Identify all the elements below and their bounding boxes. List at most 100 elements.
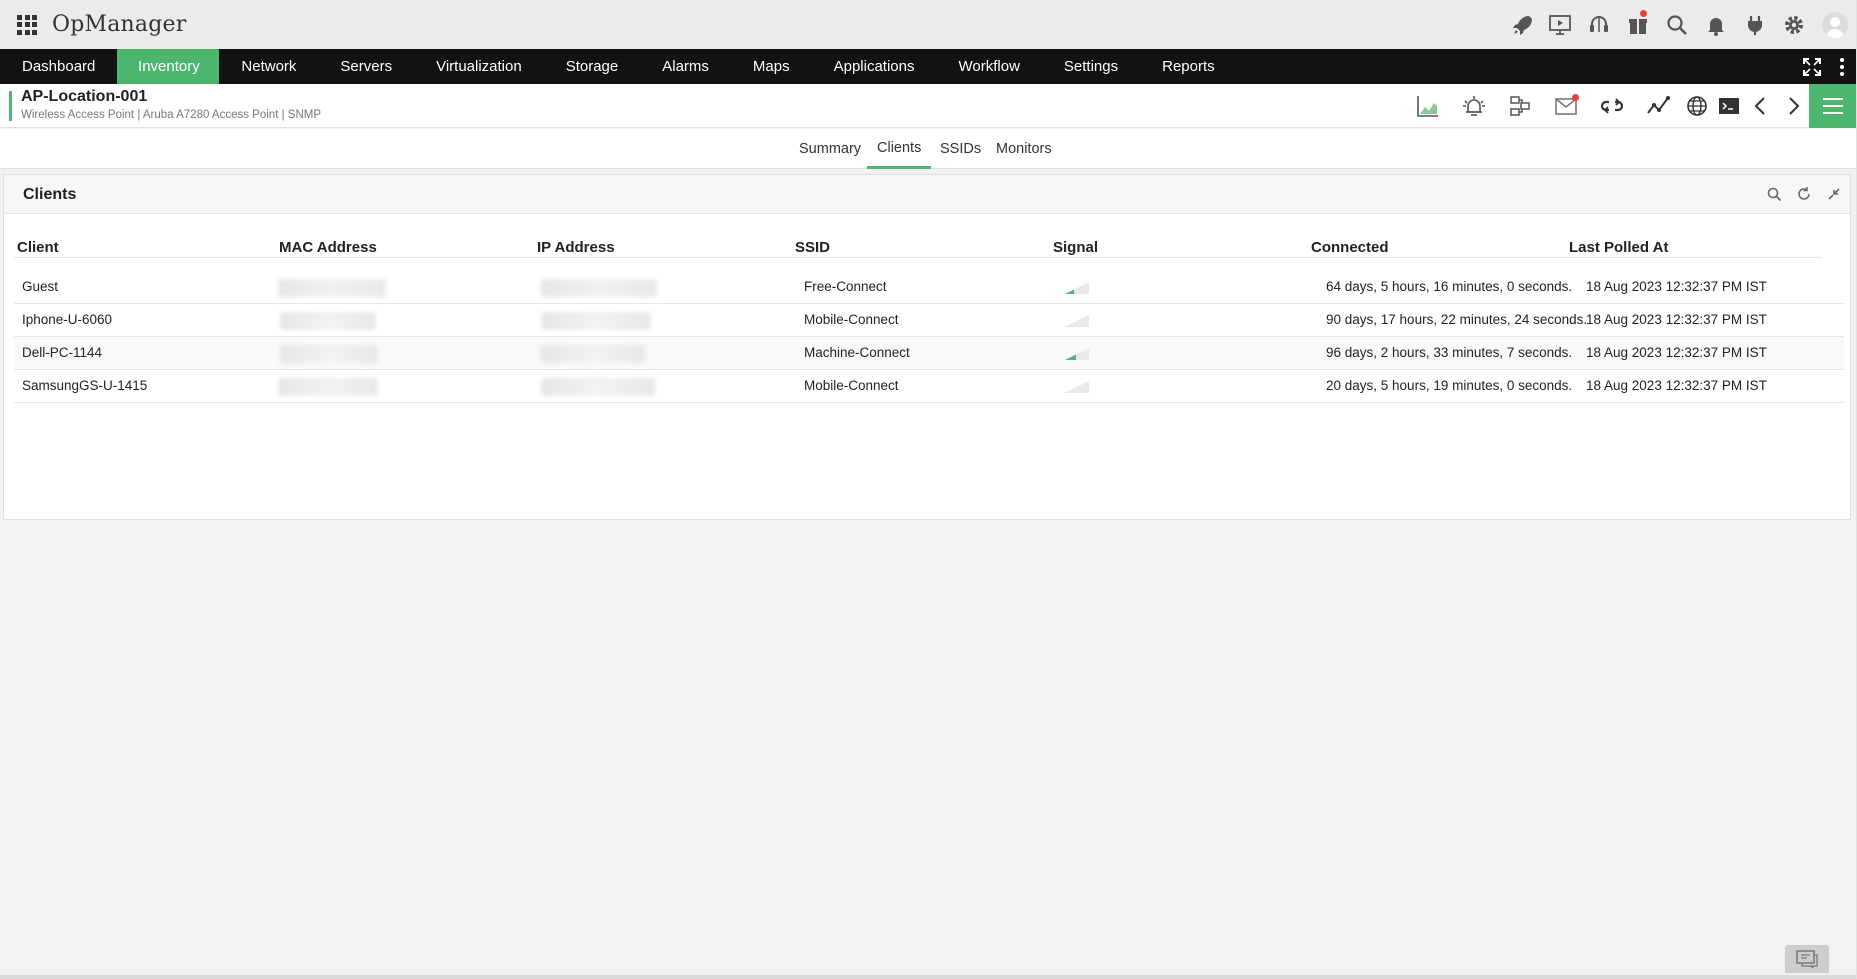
- clients-panel: Clients Client MAC Address IP Address SS…: [3, 174, 1851, 520]
- col-signal[interactable]: Signal: [1053, 239, 1098, 256]
- terminal-icon[interactable]: [1713, 84, 1745, 128]
- nav-dashboard[interactable]: Dashboard: [0, 49, 117, 84]
- last-polled: 18 Aug 2023 12:32:37 PM IST: [1586, 378, 1767, 393]
- link-icon[interactable]: [1589, 84, 1635, 128]
- nav-reports[interactable]: Reports: [1140, 49, 1237, 84]
- connected-duration: 64 days, 5 hours, 16 minutes, 0 seconds.: [1326, 279, 1573, 294]
- nav-virtualization[interactable]: Virtualization: [414, 49, 544, 84]
- col-ip-address[interactable]: IP Address: [537, 239, 615, 256]
- bell-icon[interactable]: [1696, 0, 1735, 49]
- mail-icon[interactable]: [1543, 84, 1589, 128]
- table-row[interactable]: Iphone-U-6060 Mobile-Connect 90 days, 17…: [14, 304, 1844, 337]
- table-header: Client MAC Address IP Address SSID Signa…: [14, 224, 1822, 258]
- client-name: Iphone-U-6060: [22, 312, 113, 327]
- device-tabs: Summary Clients SSIDs Monitors: [0, 129, 1857, 169]
- nav-applications[interactable]: Applications: [812, 49, 937, 84]
- ssid: Free-Connect: [804, 279, 887, 294]
- clients-panel-header: Clients: [4, 175, 1850, 214]
- user-avatar[interactable]: [1813, 0, 1857, 49]
- search-icon[interactable]: [1657, 0, 1696, 49]
- hamburger-menu-icon[interactable]: [1809, 84, 1857, 128]
- signal-level: [1065, 354, 1076, 360]
- fullscreen-icon[interactable]: [1802, 57, 1822, 77]
- rocket-icon[interactable]: [1501, 0, 1540, 49]
- signal-strength-icon: [1065, 348, 1089, 360]
- top-header: OpManager: [0, 0, 1857, 49]
- signal-strength-icon: [1065, 282, 1089, 294]
- nav-storage[interactable]: Storage: [544, 49, 641, 84]
- signal-strength-icon: [1065, 381, 1089, 393]
- nav-settings[interactable]: Settings: [1042, 49, 1140, 84]
- gift-icon[interactable]: [1618, 0, 1657, 49]
- connected-duration: 20 days, 5 hours, 19 minutes, 0 seconds.: [1326, 378, 1573, 393]
- gear-icon[interactable]: [1774, 0, 1813, 49]
- main-navigation: Dashboard Inventory Network Servers Virt…: [0, 49, 1857, 84]
- tab-clients[interactable]: Clients: [867, 129, 932, 169]
- connected-duration: 90 days, 17 hours, 22 minutes, 24 second…: [1326, 312, 1588, 327]
- col-mac-address[interactable]: MAC Address: [279, 239, 377, 256]
- refresh-icon[interactable]: [1794, 184, 1814, 204]
- tab-ssids[interactable]: SSIDs: [930, 129, 991, 169]
- page-bottom-border: [0, 975, 1857, 979]
- client-name: Dell-PC-1144: [22, 345, 103, 360]
- signal-strength-icon: [1065, 315, 1089, 327]
- signal-level: [1065, 289, 1074, 294]
- next-arrow-icon[interactable]: [1777, 84, 1809, 128]
- signal-background: [1065, 381, 1089, 393]
- signal-background: [1065, 315, 1089, 327]
- nav-servers[interactable]: Servers: [318, 49, 414, 84]
- search-icon[interactable]: [1764, 184, 1784, 204]
- support-headset-icon[interactable]: [1579, 0, 1618, 49]
- ip-address-redacted: [541, 279, 657, 297]
- device-name: AP-Location-001: [21, 88, 148, 105]
- mac-address-redacted: [278, 378, 378, 396]
- signal-level: [1065, 392, 1067, 393]
- client-name: SamsungGS-U-1415: [22, 378, 148, 393]
- chat-icon[interactable]: [1785, 945, 1829, 973]
- plug-icon[interactable]: [1735, 0, 1774, 49]
- ip-address-redacted: [541, 345, 645, 363]
- table-row[interactable]: Guest Free-Connect 64 days, 5 hours, 16 …: [14, 271, 1844, 304]
- table-row[interactable]: SamsungGS-U-1415 Mobile-Connect 20 days,…: [14, 370, 1844, 403]
- nav-alarms[interactable]: Alarms: [640, 49, 731, 84]
- tab-summary[interactable]: Summary: [789, 129, 871, 169]
- last-polled: 18 Aug 2023 12:32:37 PM IST: [1586, 345, 1767, 360]
- last-polled: 18 Aug 2023 12:32:37 PM IST: [1586, 312, 1767, 327]
- presentation-icon[interactable]: [1540, 0, 1579, 49]
- ssid: Mobile-Connect: [804, 378, 899, 393]
- col-ssid[interactable]: SSID: [795, 239, 830, 256]
- last-polled: 18 Aug 2023 12:32:37 PM IST: [1586, 279, 1767, 294]
- ip-address-redacted: [541, 378, 655, 396]
- brand-logo: OpManager: [52, 12, 187, 37]
- alarm-icon[interactable]: [1451, 84, 1497, 128]
- mac-address-redacted: [278, 279, 386, 297]
- trend-icon[interactable]: [1635, 84, 1681, 128]
- col-client[interactable]: Client: [17, 239, 59, 256]
- signal-level: [1065, 326, 1067, 327]
- performance-graph-icon[interactable]: [1405, 84, 1451, 128]
- nav-inventory[interactable]: Inventory: [117, 49, 220, 84]
- globe-icon[interactable]: [1681, 84, 1713, 128]
- ssid: Mobile-Connect: [804, 312, 899, 327]
- connected-duration: 96 days, 2 hours, 33 minutes, 7 seconds.: [1326, 345, 1573, 360]
- device-header: AP-Location-001 Wireless Access Point | …: [0, 84, 1857, 128]
- nav-workflow[interactable]: Workflow: [937, 49, 1042, 84]
- previous-arrow-icon[interactable]: [1745, 84, 1777, 128]
- nav-network[interactable]: Network: [219, 49, 318, 84]
- ip-address-redacted: [541, 312, 651, 330]
- nav-maps[interactable]: Maps: [731, 49, 812, 84]
- mac-address-redacted: [280, 312, 376, 330]
- panel-title: Clients: [23, 186, 77, 203]
- col-connected[interactable]: Connected: [1311, 239, 1389, 256]
- apps-grid-icon[interactable]: [17, 14, 37, 35]
- table-row[interactable]: Dell-PC-1144 Machine-Connect 96 days, 2 …: [14, 337, 1844, 370]
- col-last-polled[interactable]: Last Polled At: [1569, 239, 1668, 256]
- collapse-icon[interactable]: [1824, 184, 1844, 204]
- device-config-icon[interactable]: [1497, 84, 1543, 128]
- tab-monitors[interactable]: Monitors: [986, 129, 1062, 169]
- ssid: Machine-Connect: [804, 345, 910, 360]
- client-name: Guest: [22, 279, 59, 294]
- mac-address-redacted: [280, 345, 378, 363]
- more-options-icon[interactable]: [1840, 57, 1844, 76]
- device-subtitle: Wireless Access Point | Aruba A7280 Acce…: [21, 109, 321, 121]
